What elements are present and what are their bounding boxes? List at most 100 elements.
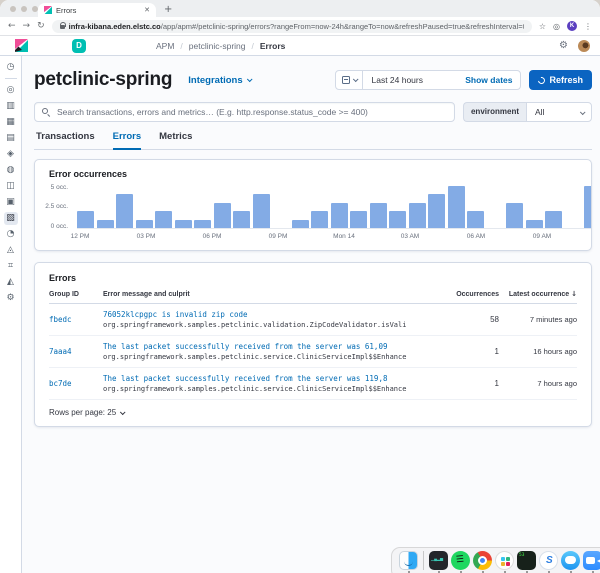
dock-finder-icon[interactable] — [399, 551, 418, 573]
tab-errors[interactable]: Errors — [112, 131, 142, 150]
kibana-favicon — [44, 6, 52, 14]
stack-monitoring-icon[interactable]: ◭ — [4, 276, 18, 289]
col-group-id[interactable]: Group ID — [49, 291, 95, 298]
table-header-row: Group ID Error message and culprit Occur… — [49, 290, 577, 304]
chart-bar — [545, 211, 562, 228]
error-culprit: org.springframework.samples.petclinic.se… — [103, 385, 407, 393]
logs-icon[interactable]: ▣ — [4, 196, 18, 209]
uptime-icon[interactable]: ◔ — [4, 228, 18, 241]
error-message-link[interactable]: The last packet successfully received fr… — [103, 342, 415, 351]
new-tab-button[interactable]: + — [164, 5, 172, 15]
refresh-button[interactable]: Refresh — [529, 70, 592, 90]
chevron-down-icon — [352, 76, 359, 83]
minimize-window-button[interactable] — [21, 6, 27, 12]
col-message[interactable]: Error message and culprit — [103, 291, 415, 298]
dock-activity-terminal-icon[interactable] — [517, 551, 536, 573]
breadcrumb: APM / petclinic-spring / Errors — [156, 41, 285, 51]
dock-slack-icon[interactable] — [495, 551, 514, 573]
chart-bar — [389, 211, 406, 228]
x-tick-label: 03 PM — [136, 233, 156, 240]
time-range-value[interactable]: Last 24 hours — [363, 75, 423, 85]
error-occurrences-chart: 5 occ. 2.5 occ. 0 occ. 12 PM 03 PM 06 PM 09… — [35, 184, 591, 243]
breadcrumb-apm[interactable]: APM — [156, 41, 174, 51]
canvas-icon[interactable]: ▤ — [4, 132, 18, 145]
chart-bar — [311, 211, 328, 228]
chart-title: Error occurrences — [49, 169, 128, 179]
dock-messages-icon[interactable] — [561, 551, 580, 573]
forward-icon[interactable]: → — [23, 21, 31, 31]
dock-spotify-icon[interactable] — [451, 551, 470, 573]
search-input[interactable] — [34, 102, 455, 122]
apm-icon[interactable]: ▧ — [3, 212, 18, 225]
tab-metrics[interactable]: Metrics — [159, 131, 192, 149]
col-latest-occurrence[interactable]: Latest occurrence ↓ — [507, 290, 577, 298]
management-icon[interactable]: ⚙ — [4, 292, 18, 305]
tab-transactions[interactable]: Transactions — [36, 131, 95, 149]
filter-row: environment All — [34, 102, 592, 122]
error-message-link[interactable]: 76052klcpgpc is invalid zip code — [103, 310, 415, 319]
machine-learning-icon[interactable]: ◍ — [4, 164, 18, 177]
page-header-row: petclinic-spring Integrations Last 24 ho… — [34, 67, 592, 93]
error-message-cell: The last packet successfully received fr… — [103, 374, 415, 393]
page-title: petclinic-spring — [34, 69, 173, 90]
maximize-window-button[interactable] — [32, 6, 38, 12]
table-row: bc7de The last packet successfully recei… — [49, 368, 577, 400]
discover-icon[interactable]: ◎ — [4, 84, 18, 97]
reload-icon[interactable]: ↻ — [37, 21, 45, 31]
visualize-icon[interactable]: ▥ — [4, 100, 18, 113]
metrics-icon[interactable]: ◫ — [4, 180, 18, 193]
errors-table-title: Errors — [49, 273, 77, 283]
breadcrumb-separator: / — [251, 40, 254, 51]
calendar-menu-button[interactable] — [336, 71, 364, 89]
integrations-link[interactable]: Integrations — [188, 74, 253, 86]
error-culprit: org.springframework.samples.petclinic.se… — [103, 353, 407, 361]
browser-profile-avatar[interactable]: K — [567, 21, 577, 31]
browser-window: Errors ✕ + ← → ↻ infra-kibana.eden.elstc… — [0, 0, 600, 573]
chart-bar — [525, 219, 543, 228]
space-avatar[interactable]: D — [72, 38, 86, 53]
url-text: infra-kibana.eden.elstc.co/app/apm#/petc… — [69, 22, 524, 31]
error-group-link[interactable]: bc7de — [49, 379, 95, 388]
url-domain: infra-kibana.eden.elstc.co — [68, 21, 161, 31]
browser-tab[interactable]: Errors ✕ — [38, 3, 156, 17]
environment-filter: environment All — [462, 102, 592, 122]
apm-content: petclinic-spring Integrations Last 24 ho… — [22, 56, 600, 573]
dock-chrome-icon[interactable] — [473, 551, 492, 573]
back-icon[interactable]: ← — [8, 21, 16, 31]
col-occurrences[interactable]: Occurrences — [423, 291, 499, 298]
chart-bar — [291, 219, 309, 228]
bookmark-star-icon[interactable]: ☆ — [539, 22, 546, 31]
sidebar-divider — [4, 78, 17, 79]
breadcrumb-service[interactable]: petclinic-spring — [189, 41, 246, 51]
environment-select[interactable]: All — [526, 102, 592, 122]
chart-bar — [116, 194, 133, 228]
error-group-link[interactable]: fbedc — [49, 315, 95, 324]
close-window-button[interactable] — [10, 6, 16, 12]
chart-y-axis: 5 occ. 2.5 occ. 0 occ. — [35, 184, 73, 230]
dev-tools-icon[interactable]: ⌗ — [4, 260, 18, 273]
chart-bar — [330, 202, 348, 228]
dock-zoom-icon[interactable] — [583, 551, 600, 573]
show-dates-link[interactable]: Show dates — [465, 75, 520, 85]
recently-viewed-icon[interactable]: ◷ — [4, 61, 18, 74]
error-group-link[interactable]: 7aaa4 — [49, 347, 95, 356]
maps-icon[interactable]: ◈ — [4, 148, 18, 161]
extension-icon[interactable]: ◎ — [553, 22, 560, 31]
integrations-label: Integrations — [188, 74, 243, 86]
user-avatar[interactable] — [578, 39, 590, 52]
error-message-link[interactable]: The last packet successfully received fr… — [103, 374, 415, 383]
deployment-icon[interactable]: ⚙ — [559, 40, 568, 51]
tab-title: Errors — [56, 5, 77, 15]
x-tick-label: 06 AM — [466, 233, 486, 240]
tab-close-icon[interactable]: ✕ — [144, 6, 150, 14]
error-occurrences-plot[interactable] — [77, 186, 591, 229]
dock-s-app-icon[interactable] — [539, 551, 558, 573]
kibana-logo[interactable] — [15, 39, 28, 52]
dashboard-icon[interactable]: ▦ — [4, 116, 18, 129]
url-bar[interactable]: infra-kibana.eden.elstc.co/app/apm#/petc… — [51, 19, 532, 33]
browser-menu-icon[interactable]: ⋮ — [584, 22, 592, 31]
siem-icon[interactable]: ◬ — [4, 244, 18, 257]
dock-terminal-icon[interactable] — [429, 551, 448, 573]
rows-per-page[interactable]: Rows per page: 25 — [49, 400, 577, 417]
occurrences-value: 1 — [494, 347, 499, 356]
